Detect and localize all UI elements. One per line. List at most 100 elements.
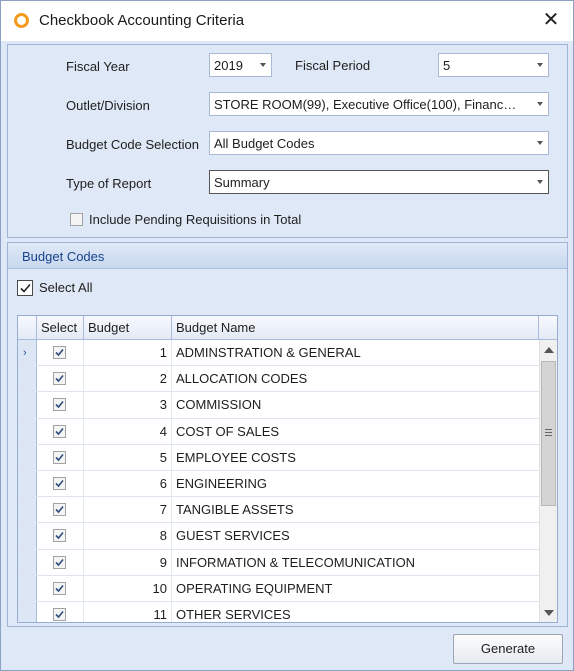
row-indicator[interactable]: [18, 575, 37, 601]
budget-name-cell: ENGINEERING: [176, 475, 268, 491]
row-indicator[interactable]: [18, 497, 37, 523]
include-pending-checkbox[interactable]: [70, 213, 83, 226]
row-indicator[interactable]: [18, 470, 37, 497]
select-cell: [37, 549, 84, 575]
fiscal-period-select[interactable]: 5: [438, 53, 549, 77]
grid-header: Select Budget Budget Name: [18, 316, 557, 340]
budget-name-cell: COMMISSION: [176, 397, 262, 413]
fiscal-period-value: 5: [443, 58, 451, 73]
table-row[interactable]: › 1 ADMINSTRATION & GENERAL: [18, 340, 539, 367]
column-name-header[interactable]: Budget Name: [172, 316, 539, 339]
row-indicator-header: [18, 316, 37, 339]
row-indicator[interactable]: [18, 601, 37, 622]
scroll-up-icon[interactable]: [544, 347, 554, 353]
budget-name-cell: EMPLOYEE COSTS: [176, 449, 296, 465]
outlet-label: Outlet/Division: [66, 98, 150, 113]
budget-grid: Select Budget Budget Name › 1 ADMINSTRATIO…: [17, 315, 558, 623]
table-row[interactable]: 7 TANGIBLE ASSETS: [18, 497, 539, 524]
row-select-checkbox[interactable]: [53, 555, 66, 569]
panel-title: Budget Codes: [22, 249, 105, 264]
row-indicator[interactable]: [18, 418, 37, 444]
budget-cell: 5: [84, 444, 172, 470]
table-row[interactable]: 11 OTHER SERVICES: [18, 601, 539, 622]
budget-name-cell: ADMINSTRATION & GENERAL: [176, 345, 361, 360]
scroll-down-icon[interactable]: [544, 610, 554, 616]
checkmark-icon: [20, 283, 31, 293]
select-cell: [37, 575, 84, 601]
fiscal-period-label: Fiscal Period: [295, 58, 371, 73]
checkmark-icon: [55, 401, 64, 409]
chevron-down-icon: [537, 141, 543, 145]
close-button[interactable]: ✕: [537, 9, 565, 33]
budget-cell: 9: [84, 549, 172, 575]
row-indicator[interactable]: [18, 366, 37, 392]
row-select-checkbox[interactable]: [53, 503, 66, 517]
fiscal-year-label: Fiscal Year: [66, 59, 130, 74]
table-row[interactable]: 6 ENGINEERING: [18, 470, 539, 498]
row-indicator[interactable]: [18, 392, 37, 418]
budget-cell: 4: [84, 418, 172, 444]
budget-name-cell: OPERATING EQUIPMENT: [176, 580, 333, 596]
budget-codes-panel: Budget Codes Select All Select Budget Bu…: [7, 242, 568, 627]
outlet-select[interactable]: STORE ROOM(99), Executive Office(100), F…: [209, 92, 549, 116]
budget-cell: 2: [84, 366, 172, 392]
select-cell: [37, 601, 84, 622]
row-select-checkbox[interactable]: [53, 529, 66, 543]
criteria-panel: Fiscal Year 2019 Fiscal Period 5 Outlet/…: [7, 44, 568, 238]
select-cell: [37, 392, 84, 418]
report-type-label: Type of Report: [66, 176, 152, 191]
row-indicator[interactable]: [18, 523, 37, 549]
outlet-value: STORE ROOM(99), Executive Office(100), F…: [214, 97, 517, 112]
chevron-down-icon: [260, 63, 266, 67]
budget-cell: 8: [84, 523, 172, 549]
row-select-checkbox[interactable]: [53, 424, 66, 438]
grip-line: [545, 432, 552, 433]
checkmark-icon: [55, 506, 64, 514]
table-row[interactable]: 4 COST OF SALES: [18, 418, 539, 445]
circle-logo-icon: [14, 13, 29, 28]
column-select-header[interactable]: Select: [37, 316, 84, 339]
table-row[interactable]: 5 EMPLOYEE COSTS: [18, 444, 539, 471]
window-title: Checkbook Accounting Criteria: [39, 12, 245, 29]
title-bar: Checkbook Accounting Criteria ✕: [1, 1, 573, 41]
row-select-checkbox[interactable]: [53, 607, 66, 621]
grip-line: [545, 429, 552, 430]
fiscal-year-select[interactable]: 2019: [209, 53, 272, 77]
row-indicator[interactable]: [18, 444, 37, 470]
table-row[interactable]: 8 GUEST SERVICES: [18, 523, 539, 550]
scroll-thumb[interactable]: [541, 361, 556, 506]
report-type-value: Summary: [214, 175, 270, 190]
vertical-scrollbar[interactable]: [539, 340, 557, 622]
row-select-checkbox[interactable]: [53, 450, 66, 464]
row-select-checkbox[interactable]: [53, 476, 66, 490]
budget-code-select[interactable]: All Budget Codes: [209, 131, 549, 155]
chevron-down-icon: [537, 63, 543, 67]
select-all-checkbox[interactable]: [17, 280, 33, 296]
row-select-checkbox[interactable]: [53, 581, 66, 595]
budget-name-cell: OTHER SERVICES: [176, 606, 291, 622]
row-select-checkbox[interactable]: [53, 372, 66, 386]
budget-cell: 3: [84, 392, 172, 418]
generate-button[interactable]: Generate: [453, 634, 563, 664]
column-budget-header[interactable]: Budget: [84, 316, 172, 339]
chevron-down-icon: [537, 180, 543, 184]
budget-cell: 6: [84, 470, 172, 497]
grip-line: [545, 435, 552, 436]
select-all-label: Select All: [39, 280, 93, 295]
select-cell: [37, 366, 84, 392]
budget-cell: 11: [84, 601, 172, 622]
checkmark-icon: [55, 610, 64, 619]
row-select-checkbox[interactable]: [53, 398, 66, 412]
table-row[interactable]: 10 OPERATING EQUIPMENT: [18, 575, 539, 602]
table-row[interactable]: 3 COMMISSION: [18, 392, 539, 419]
include-pending-label: Include Pending Requisitions in Total: [89, 212, 302, 227]
budget-cell: 1: [84, 340, 172, 366]
row-indicator[interactable]: [18, 549, 37, 575]
table-row[interactable]: 2 ALLOCATION CODES: [18, 366, 539, 393]
report-type-select[interactable]: Summary: [209, 170, 549, 194]
row-indicator[interactable]: ›: [18, 340, 37, 366]
checkmark-icon: [55, 375, 64, 383]
table-row[interactable]: 9 INFORMATION & TELECOMUNICATION: [18, 549, 539, 576]
checkmark-icon: [55, 479, 64, 488]
row-select-checkbox[interactable]: [53, 346, 66, 359]
